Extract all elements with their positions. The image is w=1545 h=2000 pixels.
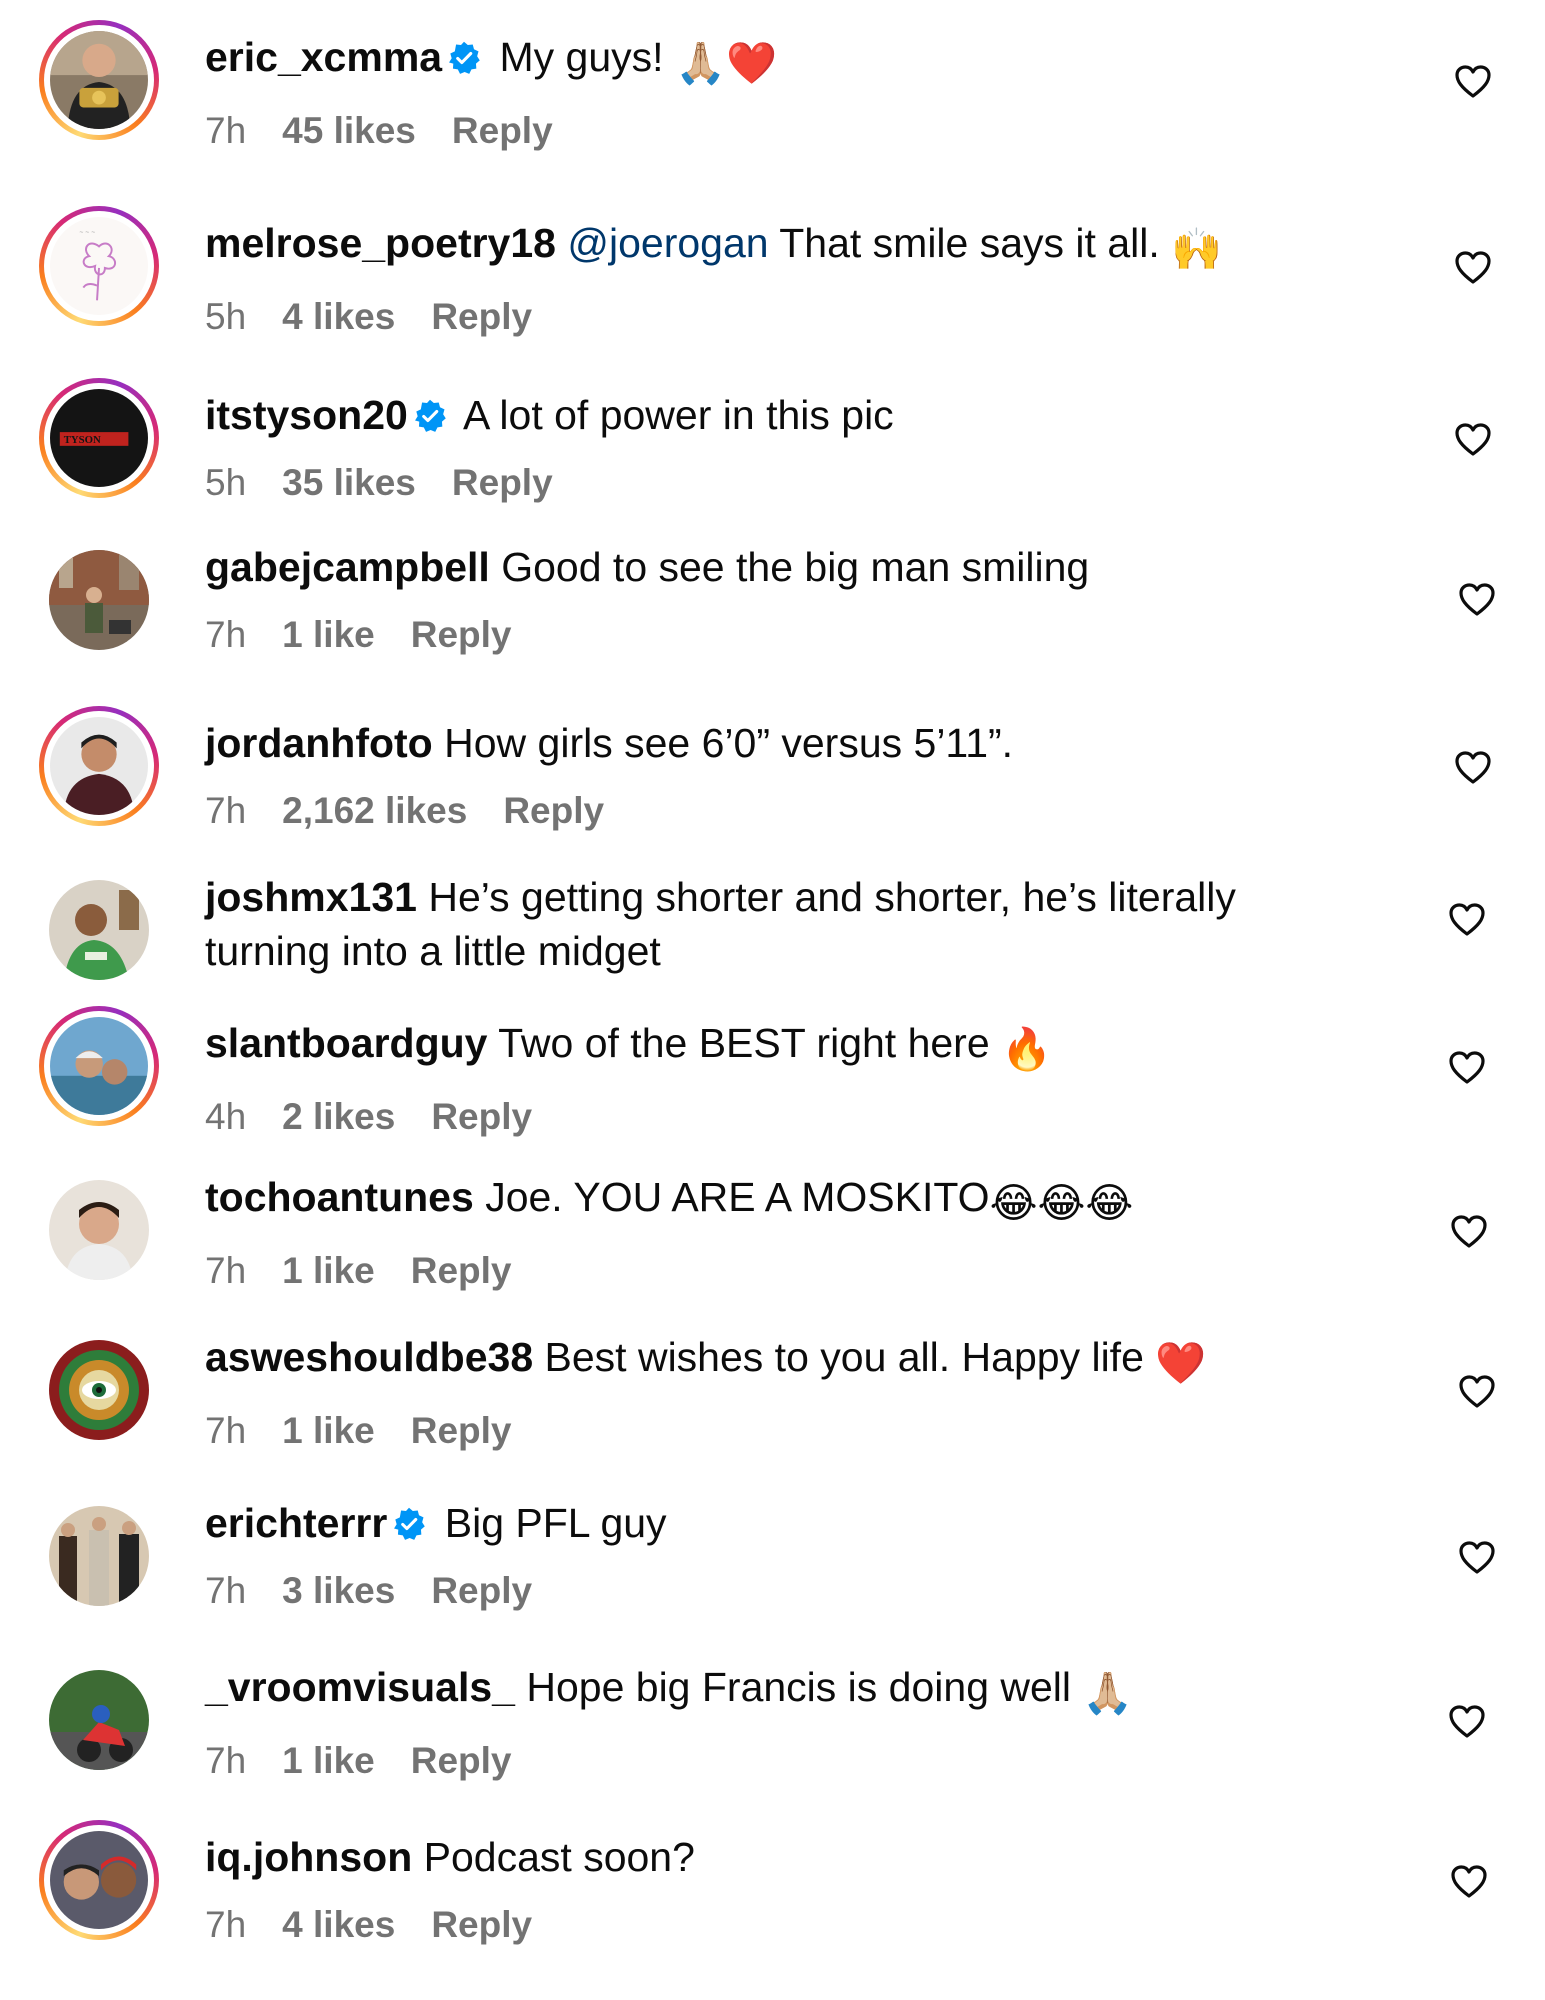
likes-count[interactable]: 1 like	[282, 614, 375, 655]
comment-time: 7h	[205, 790, 247, 831]
comment-time: 7h	[205, 1740, 247, 1781]
avatar[interactable]	[39, 20, 159, 140]
avatar[interactable]: ~ ~ ~	[39, 206, 159, 326]
reply-button[interactable]: Reply	[452, 462, 553, 503]
comment-username[interactable]: tochoantunes	[205, 1174, 474, 1220]
reply-button[interactable]: Reply	[503, 790, 604, 831]
comment-username[interactable]: erichterrr	[205, 1500, 387, 1546]
comment-text: A lot of power in this pic	[462, 392, 894, 438]
comment-text: Big PFL guy	[444, 1500, 667, 1546]
like-heart-icon[interactable]	[1447, 1702, 1487, 1742]
likes-count[interactable]: 1 like	[282, 1410, 375, 1451]
tyson-logo-text: TYSON	[64, 434, 101, 446]
verified-badge-icon	[394, 1507, 426, 1540]
comment-username[interactable]: _vroomvisuals_	[205, 1664, 515, 1710]
reply-button[interactable]: Reply	[431, 296, 532, 337]
avatar[interactable]	[39, 1170, 159, 1290]
comment-text: My guys!	[499, 34, 664, 80]
comment-text: Joe. YOU ARE A MOSKITO	[485, 1174, 990, 1220]
comment-text: That smile says it all.	[779, 220, 1160, 266]
like-heart-icon[interactable]	[1447, 900, 1487, 940]
comment-time: 4h	[205, 1096, 247, 1137]
like-heart-icon[interactable]	[1453, 748, 1493, 788]
comment-username[interactable]: itstyson20	[205, 392, 408, 438]
comment-text: Two of the BEST right here	[498, 1020, 990, 1066]
reply-button[interactable]: Reply	[411, 614, 512, 655]
like-heart-icon[interactable]	[1449, 1862, 1489, 1902]
emoji: 🙌	[1171, 226, 1223, 272]
mention-link[interactable]: @joerogan	[567, 220, 768, 266]
like-heart-icon[interactable]	[1449, 1212, 1489, 1252]
like-heart-icon[interactable]	[1457, 1372, 1497, 1412]
comment-time: 7h	[205, 1570, 247, 1611]
likes-count[interactable]: 1 like	[282, 1250, 375, 1291]
comment-time: 7h	[205, 614, 247, 655]
reply-button[interactable]: Reply	[452, 110, 553, 151]
comment-time: 7h	[205, 1250, 247, 1291]
emoji: 🙏🏼❤️	[674, 40, 778, 86]
reply-button[interactable]: Reply	[431, 1570, 532, 1611]
comment-time: 7h	[205, 1410, 247, 1451]
avatar[interactable]	[39, 1330, 159, 1450]
likes-count[interactable]: 2 likes	[282, 1096, 395, 1137]
svg-text:~ ~ ~: ~ ~ ~	[79, 230, 95, 237]
comment-time: 5h	[205, 462, 247, 503]
comment-username[interactable]: gabejcampbell	[205, 544, 490, 590]
like-heart-icon[interactable]	[1457, 1538, 1497, 1578]
comment-time: 5h	[205, 296, 247, 337]
like-heart-icon[interactable]	[1453, 62, 1493, 102]
comment-username[interactable]: asweshouldbe38	[205, 1334, 533, 1380]
like-heart-icon[interactable]	[1447, 1048, 1487, 1088]
emoji: 🔥	[1001, 1026, 1053, 1072]
reply-button[interactable]: Reply	[411, 1250, 512, 1291]
likes-count[interactable]: 3 likes	[282, 1570, 395, 1611]
like-heart-icon[interactable]	[1453, 420, 1493, 460]
like-heart-icon[interactable]	[1457, 580, 1497, 620]
comment-time: 7h	[205, 110, 247, 151]
avatar[interactable]	[39, 1820, 159, 1940]
comment-text-continued: turning into a little midget	[205, 928, 661, 974]
likes-count[interactable]: 45 likes	[282, 110, 416, 151]
comment-username[interactable]: slantboardguy	[205, 1020, 487, 1066]
comment-time: 7h	[205, 1904, 247, 1945]
like-heart-icon[interactable]	[1453, 248, 1493, 288]
avatar[interactable]	[39, 540, 159, 660]
verified-badge-icon	[414, 399, 446, 432]
comment-text: Hope big Francis is doing well	[526, 1664, 1072, 1710]
emoji: 😂😂😂	[989, 1180, 1134, 1226]
comment-username[interactable]: eric_xcmma	[205, 34, 442, 80]
comment-username[interactable]: joshmx131	[205, 874, 417, 920]
avatar[interactable]	[39, 706, 159, 826]
likes-count[interactable]: 1 like	[282, 1740, 375, 1781]
emoji: 🙏🏼	[1082, 1670, 1134, 1716]
likes-count[interactable]: 35 likes	[282, 462, 416, 503]
likes-count[interactable]: 4 likes	[282, 1904, 395, 1945]
comment-username[interactable]: jordanhfoto	[205, 720, 433, 766]
avatar[interactable]	[39, 1006, 159, 1126]
comment-username[interactable]: melrose_poetry18	[205, 220, 556, 266]
avatar[interactable]	[39, 870, 159, 990]
comment-text: How girls see 6’0” versus 5’11”.	[444, 720, 1014, 766]
comment-text: Podcast soon?	[423, 1834, 695, 1880]
comment-text: Good to see the big man smiling	[501, 544, 1090, 590]
avatar[interactable]	[39, 1660, 159, 1780]
reply-button[interactable]: Reply	[431, 1904, 532, 1945]
verified-badge-icon	[449, 41, 480, 74]
reply-button[interactable]: Reply	[431, 1096, 532, 1137]
comment-text: Best wishes to you all. Happy life	[544, 1334, 1144, 1380]
avatar[interactable]: TYSON	[39, 378, 159, 498]
likes-count[interactable]: 4 likes	[282, 296, 395, 337]
reply-button[interactable]: Reply	[411, 1740, 512, 1781]
emoji: ❤️	[1155, 1340, 1207, 1386]
avatar[interactable]	[39, 1496, 159, 1616]
likes-count[interactable]: 2,162 likes	[282, 790, 467, 831]
comment-text: He’s getting shorter and shorter, he’s l…	[428, 874, 1236, 920]
comment-username[interactable]: iq.johnson	[205, 1834, 412, 1880]
reply-button[interactable]: Reply	[411, 1410, 512, 1451]
